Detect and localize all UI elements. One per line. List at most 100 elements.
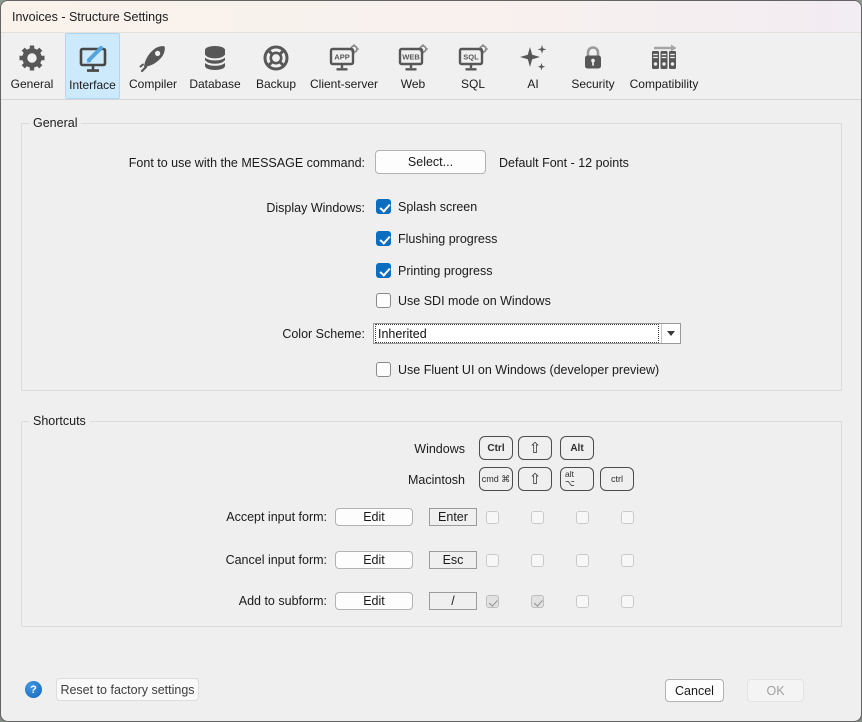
splash-screen-label: Splash screen xyxy=(398,200,477,214)
monitor-pencil-icon xyxy=(76,42,110,76)
toolbar-label-compatibility: Compatibility xyxy=(630,77,699,91)
cancel-key-display: Esc xyxy=(429,551,477,569)
printing-progress-label: Printing progress xyxy=(398,264,493,278)
sparkles-icon xyxy=(517,41,549,75)
gear-icon xyxy=(16,41,48,75)
sdi-mode-checkbox[interactable] xyxy=(376,293,391,308)
keycap-ctrl-mac: ctrl xyxy=(600,467,634,491)
cancel-input-form-label: Cancel input form: xyxy=(22,552,327,568)
shortcuts-group-legend: Shortcuts xyxy=(29,414,90,428)
chevron-down-icon[interactable] xyxy=(661,324,680,343)
splash-screen-checkbox[interactable] xyxy=(376,199,391,214)
app-monitor-gear-icon: APP xyxy=(327,41,361,75)
font-select-button[interactable]: Select... xyxy=(375,150,486,174)
toolbar-label-ai: AI xyxy=(527,77,538,91)
flushing-progress-option[interactable]: Flushing progress xyxy=(376,231,497,246)
keycap-shift-mac: ⇧ xyxy=(518,467,552,491)
database-icon xyxy=(199,41,231,75)
toolbar-item-security[interactable]: Security xyxy=(567,33,619,99)
printing-progress-option[interactable]: Printing progress xyxy=(376,263,493,278)
toolbar-label-database: Database xyxy=(189,77,240,91)
window-titlebar[interactable]: Invoices - Structure Settings xyxy=(1,1,861,33)
toolbar-label-interface: Interface xyxy=(69,78,116,92)
shortcuts-group: Shortcuts Windows Ctrl ⇧ Alt Macintosh c… xyxy=(21,421,842,627)
cancel-mod-macctrl-checkbox xyxy=(621,554,634,567)
color-scheme-dropdown[interactable]: Inherited xyxy=(373,323,681,344)
window-title: Invoices - Structure Settings xyxy=(12,10,168,24)
toolbar-item-compiler[interactable]: Compiler xyxy=(125,33,181,99)
accept-mod-alt-checkbox xyxy=(576,511,589,524)
cancel-mod-alt-checkbox xyxy=(576,554,589,567)
fluent-ui-option[interactable]: Use Fluent UI on Windows (developer prev… xyxy=(376,362,659,377)
lifebuoy-icon xyxy=(260,41,292,75)
help-icon[interactable]: ? xyxy=(25,681,42,698)
subform-mod-ctrl-checkbox xyxy=(486,595,499,608)
toolbar-label-compiler: Compiler xyxy=(129,77,177,91)
add-to-subform-label: Add to subform: xyxy=(22,593,327,609)
accept-edit-button[interactable]: Edit xyxy=(335,508,413,526)
rocket-icon xyxy=(137,41,169,75)
keycap-shift-windows: ⇧ xyxy=(518,436,552,460)
fluent-ui-label: Use Fluent UI on Windows (developer prev… xyxy=(398,363,659,377)
keycap-alt-windows: Alt xyxy=(560,436,594,460)
general-group-legend: General xyxy=(29,116,81,130)
toolbar-item-general[interactable]: General xyxy=(9,33,55,99)
display-windows-label: Display Windows: xyxy=(22,200,365,216)
cancel-edit-button[interactable]: Edit xyxy=(335,551,413,569)
cancel-mod-ctrl-checkbox xyxy=(486,554,499,567)
color-scheme-label: Color Scheme: xyxy=(22,326,365,342)
toolbar-label-security: Security xyxy=(571,77,614,91)
keycap-option-mac: alt⌥ xyxy=(560,467,594,491)
fluent-ui-checkbox[interactable] xyxy=(376,362,391,377)
flushing-progress-label: Flushing progress xyxy=(398,232,497,246)
toolbar-label-general: General xyxy=(11,77,54,91)
ok-button[interactable]: OK xyxy=(747,679,804,702)
general-group: General Font to use with the MESSAGE com… xyxy=(21,123,842,391)
macintosh-platform-label: Macintosh xyxy=(22,472,465,488)
sdi-mode-label: Use SDI mode on Windows xyxy=(398,294,551,308)
toolbar-item-database[interactable]: Database xyxy=(186,33,244,99)
message-font-label: Font to use with the MESSAGE command: xyxy=(22,155,365,171)
toolbar-item-compatibility[interactable]: Compatibility xyxy=(627,33,701,99)
flushing-progress-checkbox[interactable] xyxy=(376,231,391,246)
accept-input-form-label: Accept input form: xyxy=(22,509,327,525)
subform-mod-macctrl-checkbox xyxy=(621,595,634,608)
subform-mod-shift-checkbox xyxy=(531,595,544,608)
sql-monitor-text: SQL xyxy=(463,53,479,62)
web-monitor-gear-icon: WEB xyxy=(396,41,430,75)
toolbar-item-client-server[interactable]: APP Client-server xyxy=(304,33,384,99)
web-monitor-text: WEB xyxy=(402,53,420,62)
accept-mod-ctrl-checkbox xyxy=(486,511,499,524)
accept-key-display: Enter xyxy=(429,508,477,526)
settings-toolbar: General Interface xyxy=(1,33,861,100)
toolbar-item-ai[interactable]: AI xyxy=(518,33,548,99)
accept-mod-macctrl-checkbox xyxy=(621,511,634,524)
keycap-ctrl-windows: Ctrl xyxy=(479,436,513,460)
toolbar-label-web: Web xyxy=(401,77,425,91)
keycap-cmd-mac: cmd ⌘ xyxy=(479,467,513,491)
subform-key-display: / xyxy=(429,592,477,610)
cancel-mod-shift-checkbox xyxy=(531,554,544,567)
toolbar-item-sql[interactable]: SQL SQL xyxy=(453,33,493,99)
toolbar-item-backup[interactable]: Backup xyxy=(252,33,300,99)
printing-progress-checkbox[interactable] xyxy=(376,263,391,278)
sql-monitor-gear-icon: SQL xyxy=(456,41,490,75)
windows-platform-label: Windows xyxy=(22,441,465,457)
cancel-button[interactable]: Cancel xyxy=(665,679,724,702)
subform-edit-button[interactable]: Edit xyxy=(335,592,413,610)
toolbar-label-sql: SQL xyxy=(461,77,485,91)
color-scheme-value: Inherited xyxy=(376,325,658,342)
font-current-value: Default Font - 12 points xyxy=(499,155,629,171)
app-monitor-text: APP xyxy=(334,53,349,62)
splash-screen-option[interactable]: Splash screen xyxy=(376,199,477,214)
toolbar-item-interface[interactable]: Interface xyxy=(65,33,120,99)
toolbar-label-backup: Backup xyxy=(256,77,296,91)
toolbar-label-client-server: Client-server xyxy=(310,77,378,91)
accept-mod-shift-checkbox xyxy=(531,511,544,524)
toolbar-item-web[interactable]: WEB Web xyxy=(392,33,434,99)
reset-factory-settings-button[interactable]: Reset to factory settings xyxy=(56,678,199,701)
structure-settings-window: Invoices - Structure Settings General xyxy=(0,0,862,722)
binders-arrow-icon xyxy=(647,41,681,75)
lock-icon xyxy=(577,41,609,75)
sdi-mode-option[interactable]: Use SDI mode on Windows xyxy=(376,293,551,308)
